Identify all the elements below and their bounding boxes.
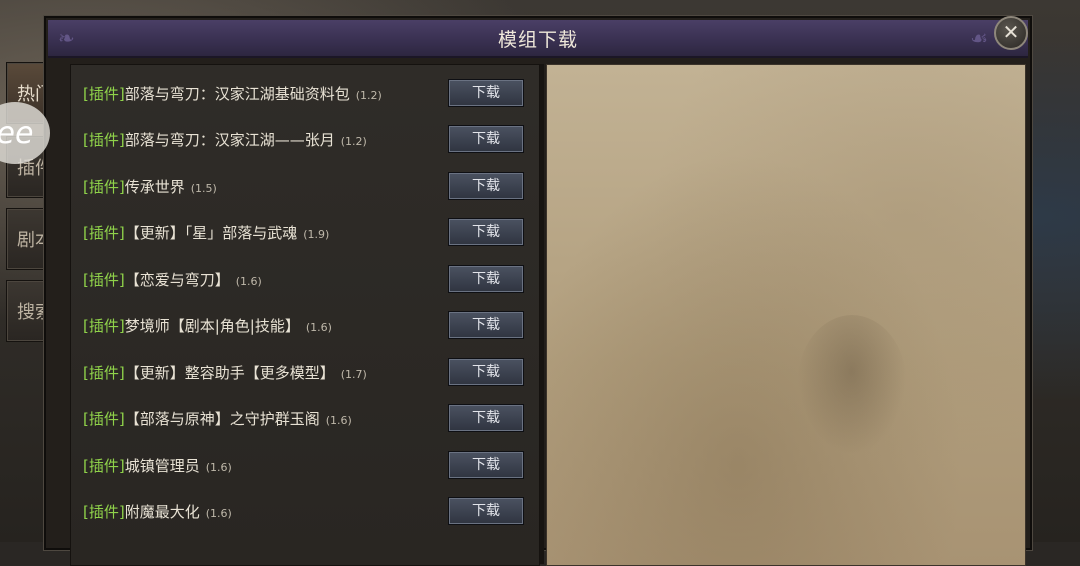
mod-name: 梦境师【剧本|角色|技能】 (124, 317, 300, 335)
mod-name: 城镇管理员 (124, 457, 200, 475)
mod-version: (1.2) (355, 89, 382, 102)
mod-version: (1.6) (325, 414, 352, 427)
mod-version: (1.6) (235, 275, 262, 288)
list-item: [插件]【恋爱与弯刀】 (1.6) 下载 (83, 263, 533, 295)
mod-download-window: ❧ 模组下载 ☙ [插件]部落与弯刀：汉家江湖基础资料包 (1.2) 下载 [插件… (44, 16, 1032, 566)
mod-tag: [插件] (83, 364, 125, 382)
panel-divider (540, 64, 544, 564)
mod-list[interactable]: [插件]部落与弯刀：汉家江湖基础资料包 (1.2) 下载 [插件]部落与弯刀：汉家… (70, 64, 540, 566)
list-item: [插件]部落与弯刀：汉家江湖基础资料包 (1.2) 下载 (83, 77, 533, 109)
download-button[interactable]: 下载 (448, 497, 524, 525)
mod-name: 附魔最大化 (124, 503, 200, 521)
download-button[interactable]: 下载 (448, 404, 524, 432)
mod-name: 传承世界 (124, 178, 185, 196)
download-button[interactable]: 下载 (448, 172, 524, 200)
mod-version: (1.6) (305, 321, 332, 334)
preview-illustration (797, 315, 907, 455)
mod-name: 【更新】「星」部落与武魂 (124, 224, 298, 242)
close-icon: ✕ (1002, 20, 1020, 44)
mod-version: (1.6) (205, 461, 232, 474)
mod-tag: [插件] (83, 178, 125, 196)
mod-name: 【更新】整容助手【更多模型】 (124, 364, 335, 382)
mod-tag: [插件] (83, 131, 125, 149)
mod-name: 【部落与原神】之守护群玉阁 (124, 410, 320, 428)
mod-tag: [插件] (83, 410, 125, 428)
overlay-label: ee (0, 115, 34, 151)
mod-tag: [插件] (83, 317, 125, 335)
mod-version: (1.7) (340, 368, 367, 381)
mod-name: 部落与弯刀：汉家江湖——张月 (124, 131, 335, 149)
download-button[interactable]: 下载 (448, 125, 524, 153)
mod-version: (1.2) (340, 135, 367, 148)
list-item: [插件]【更新】整容助手【更多模型】 (1.7) 下载 (83, 356, 533, 388)
download-button[interactable]: 下载 (448, 311, 524, 339)
download-button[interactable]: 下载 (448, 358, 524, 386)
mod-tag: [插件] (83, 85, 125, 103)
list-item: [插件]部落与弯刀：汉家江湖——张月 (1.2) 下载 (83, 123, 533, 155)
mod-tag: [插件] (83, 503, 125, 521)
mod-version: (1.6) (205, 507, 232, 520)
download-button[interactable]: 下载 (448, 79, 524, 107)
mod-name: 部落与弯刀：汉家江湖基础资料包 (124, 85, 350, 103)
mod-tag: [插件] (83, 224, 125, 242)
mod-tag: [插件] (83, 457, 125, 475)
mod-name: 【恋爱与弯刀】 (124, 271, 230, 289)
download-button[interactable]: 下载 (448, 265, 524, 293)
mod-tag: [插件] (83, 271, 125, 289)
title-bar: ❧ 模组下载 ☙ (48, 20, 1028, 58)
list-item: [插件]城镇管理员 (1.6) 下载 (83, 449, 533, 481)
ornament-right-icon: ☙ (970, 26, 988, 50)
list-item: [插件]【部落与原神】之守护群玉阁 (1.6) 下载 (83, 402, 533, 434)
close-button[interactable]: ✕ (994, 16, 1028, 50)
window-title: 模组下载 (497, 28, 578, 51)
mod-preview-panel (546, 64, 1026, 566)
mod-version: (1.9) (303, 228, 330, 241)
list-item: [插件]【更新】「星」部落与武魂 (1.9) 下载 (83, 216, 533, 248)
list-item: [插件]附魔最大化 (1.6) 下载 (83, 495, 533, 527)
ornament-left-icon: ❧ (58, 26, 75, 50)
download-button[interactable]: 下载 (448, 218, 524, 246)
list-item: [插件]传承世界 (1.5) 下载 (83, 170, 533, 202)
mod-version: (1.5) (190, 182, 217, 195)
download-button[interactable]: 下载 (448, 451, 524, 479)
list-item: [插件]梦境师【剧本|角色|技能】 (1.6) 下载 (83, 309, 533, 341)
